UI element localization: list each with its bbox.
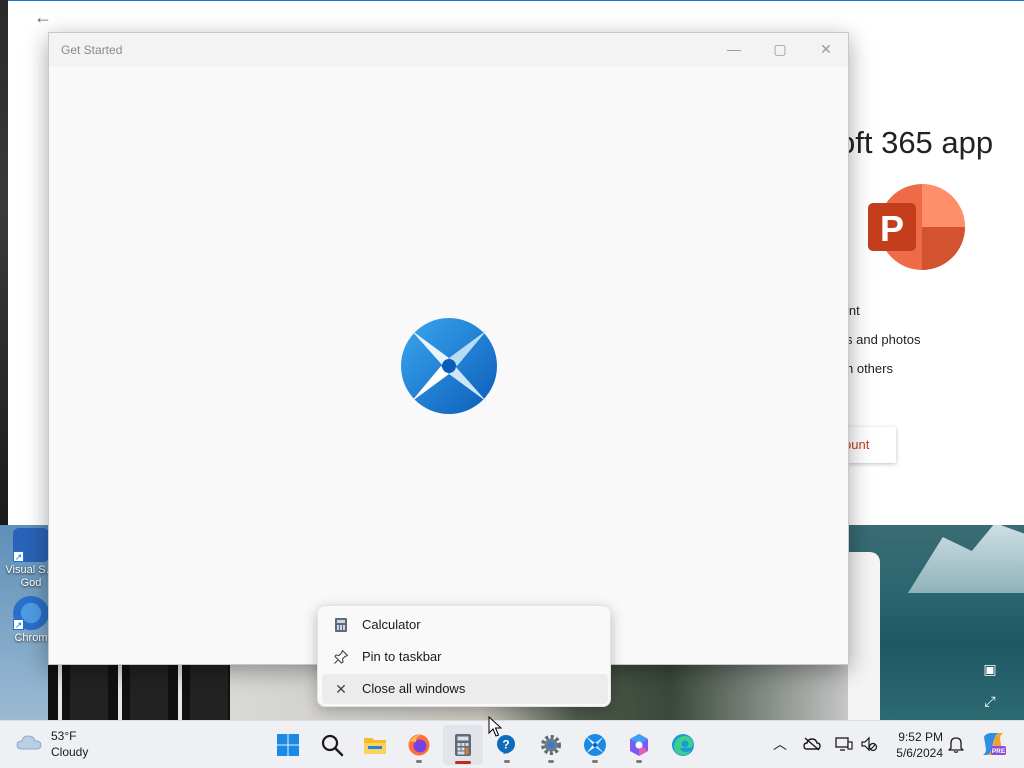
taskbar-jump-list: Calculator Pin to taskbar ✕ Close all wi… [317,605,611,707]
taskbar: 53°F Cloudy ? ︿ 9:52 PM 5/6/2024 PRE [0,720,1024,768]
clock-time: 9:52 PM [898,730,943,744]
minimize-button[interactable]: — [711,33,757,65]
copilot-preview-icon[interactable]: PRE [980,731,1006,757]
taskbar-settings[interactable] [531,725,571,765]
taskbar-calculator[interactable] [443,725,483,765]
image-icon[interactable]: ▣ [980,659,1000,679]
jump-item-close-all-windows[interactable]: ✕ Close all windows [322,674,608,704]
clock-date: 5/6/2024 [896,746,943,760]
jump-item-label: Close all windows [362,681,466,696]
expand-icon[interactable]: ⤢ [980,691,1000,711]
cloudy-icon [16,735,42,750]
search-icon [321,734,344,757]
windows-start-icon [277,734,299,756]
running-indicator [548,760,554,763]
desktop-icon-label: Chrom [14,632,48,644]
taskbar-start-button[interactable] [268,725,308,765]
iceberg-shape [908,523,1024,593]
m365-headline: oft 365 app [838,125,994,160]
maximize-button[interactable]: ▢ [757,33,803,65]
calculator-icon [455,734,471,756]
edge-icon [672,734,694,756]
notification-bell-icon[interactable] [945,733,967,755]
background-panel [848,552,880,720]
taskbar-search-button[interactable] [312,725,352,765]
volume-muted-icon[interactable] [858,733,880,755]
get-started-icon [584,734,606,756]
onedrive-offline-icon[interactable] [801,733,823,755]
network-icon[interactable] [833,733,855,755]
window-title: Get Started [61,43,123,57]
taskbar-copilot[interactable] [619,725,659,765]
get-started-window: Get Started — ▢ ✕ [48,32,849,665]
shortcut-arrow-icon: ↗ [13,551,24,562]
taskbar-get-started[interactable] [575,725,615,765]
firefox-icon [408,734,430,756]
jump-item-label: Calculator [362,617,421,632]
svg-text:PRE: PRE [992,748,1006,755]
running-indicator-active [455,761,471,764]
gear-icon [541,735,561,755]
get-started-logo-icon [401,318,497,414]
title-bar[interactable]: Get Started — ▢ ✕ [49,33,848,67]
show-hidden-icons-chevron-icon[interactable]: ︿ [769,733,791,755]
jump-item-pin-to-taskbar[interactable]: Pin to taskbar [322,642,608,672]
svg-text:?: ? [502,738,509,752]
weather-condition: Cloudy [51,745,89,759]
running-indicator [504,760,510,763]
shortcut-arrow-icon: ↗ [13,619,24,630]
jump-item-calculator[interactable]: Calculator [322,610,608,640]
close-button[interactable]: ✕ [803,33,849,65]
svg-text:P: P [880,208,904,249]
mouse-cursor [488,716,502,737]
calculator-icon [332,610,350,640]
pin-icon [332,642,350,672]
folder-icon [364,738,386,754]
jump-item-label: Pin to taskbar [362,649,442,664]
running-indicator [636,760,642,763]
weather-temperature: 53°F [51,729,77,743]
chrome-shortcut-icon: ↗ [13,596,49,630]
powerpoint-logo-icon: P [868,184,965,270]
visual-studio-shortcut-icon: ↗ [13,528,49,562]
m365-feature-2: s and photos [846,332,921,347]
back-arrow-icon[interactable]: ← [34,7,52,28]
background-photo-strip [48,665,233,720]
copilot-icon [630,734,648,756]
taskbar-file-explorer[interactable] [355,725,395,765]
m365-feature-3: h others [846,361,893,376]
taskbar-firefox[interactable] [399,725,439,765]
taskbar-edge[interactable] [663,725,703,765]
running-indicator [592,760,598,763]
running-indicator [416,760,422,763]
close-icon: ✕ [335,681,347,697]
